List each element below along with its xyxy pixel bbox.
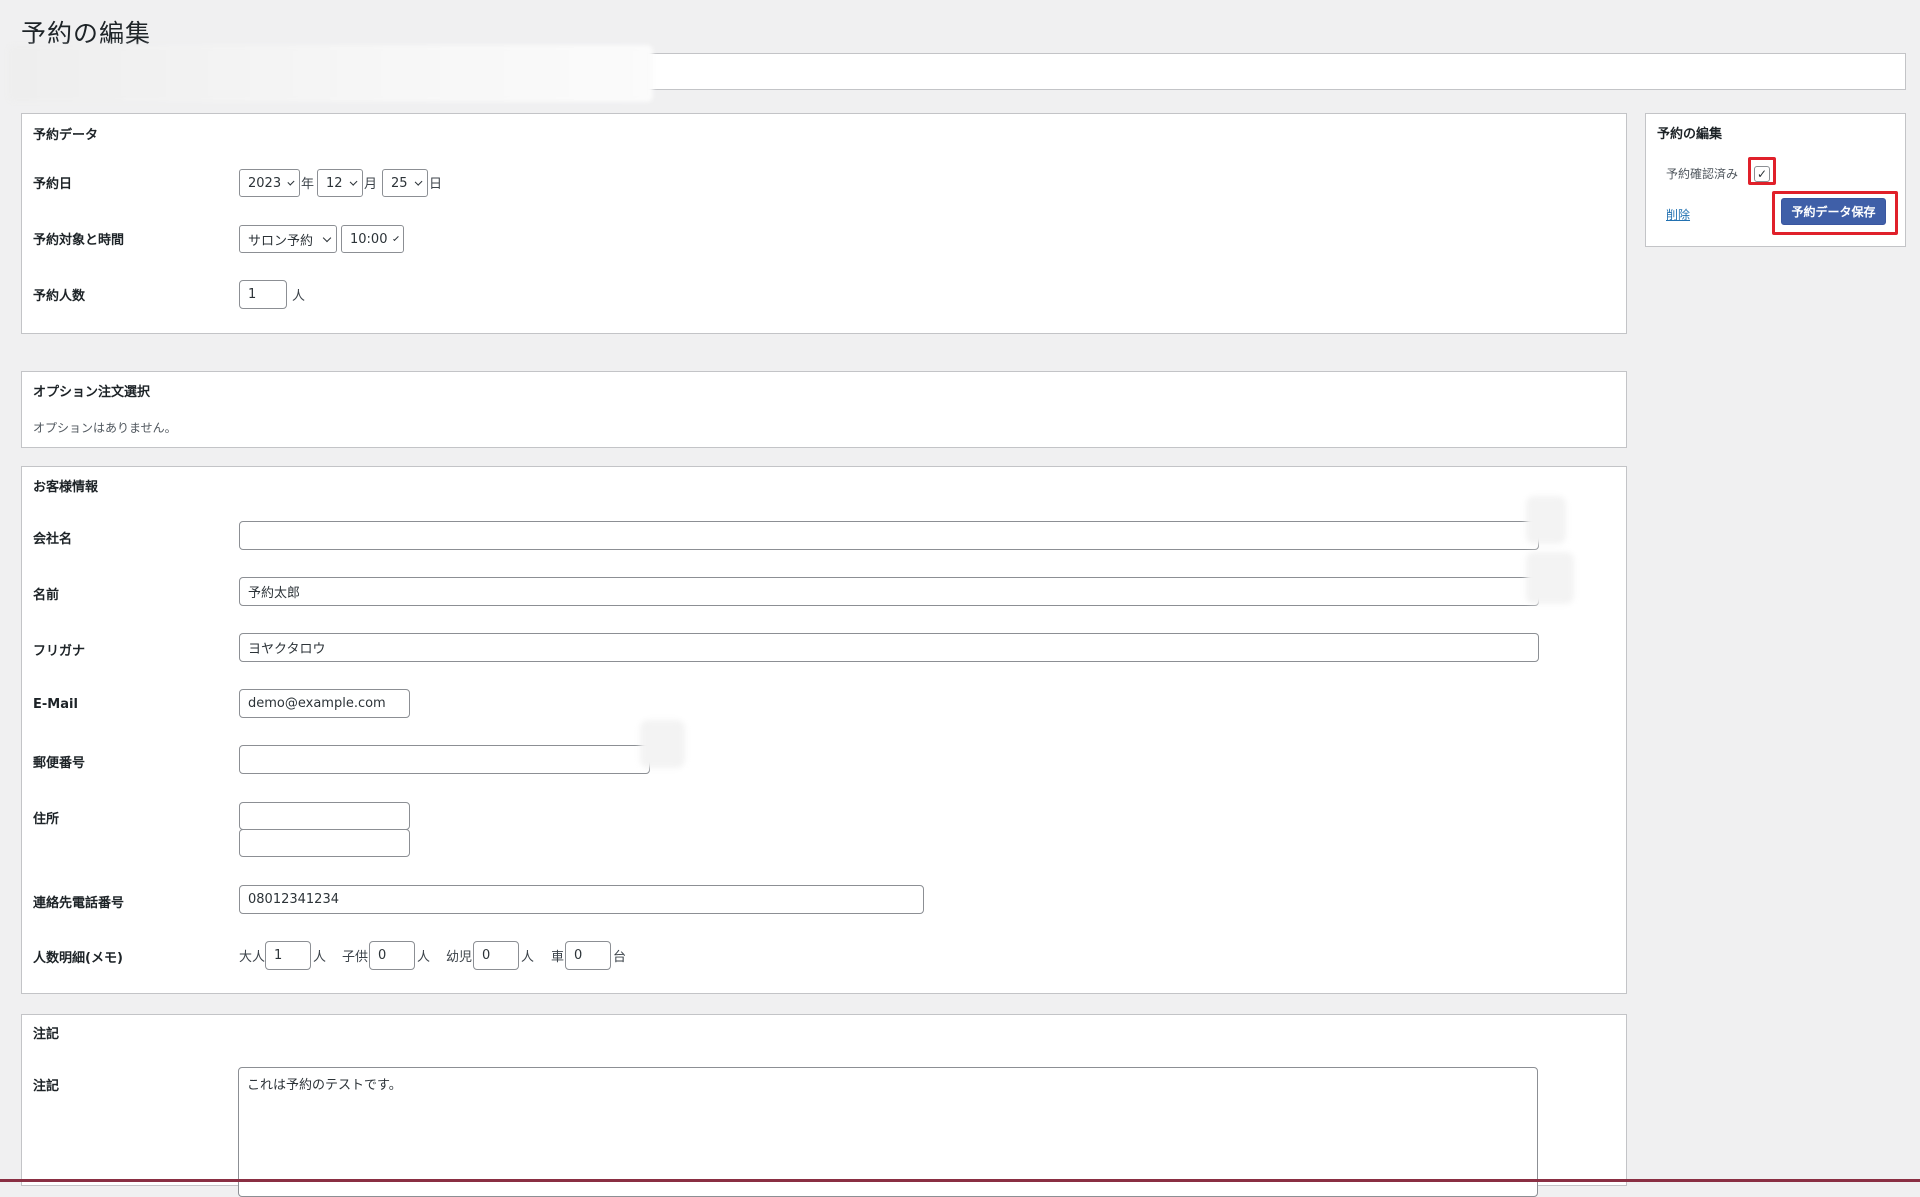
kana-input[interactable]: ヨヤクタロウ	[239, 633, 1539, 662]
reservation-date-label: 予約日	[33, 177, 73, 192]
time-value: 10:00	[350, 231, 388, 247]
address-label: 住所	[33, 812, 60, 827]
day-unit: 日	[429, 177, 443, 192]
month-select[interactable]: 12	[317, 169, 363, 197]
month-unit: 月	[364, 177, 378, 192]
blurred-region	[1526, 552, 1574, 604]
delete-link[interactable]: 削除	[1666, 206, 1690, 223]
kana-label: フリガナ	[33, 644, 86, 659]
blurred-region	[1526, 496, 1566, 544]
phone-input[interactable]: 08012341234	[239, 885, 924, 914]
blurred-region	[8, 45, 653, 102]
infant-input[interactable]: 0	[473, 941, 519, 970]
email-label: E-Mail	[33, 697, 78, 712]
time-select[interactable]: 10:00	[341, 225, 404, 253]
customer-info-heading: お客様情報	[33, 480, 99, 495]
postal-input[interactable]	[239, 745, 650, 774]
target-select[interactable]: サロン予約	[239, 225, 337, 253]
address-line2-input[interactable]	[239, 829, 410, 857]
name-label: 名前	[33, 588, 60, 603]
chevron-down-icon	[393, 234, 399, 241]
adult-unit: 人	[313, 950, 327, 965]
notes-label: 注記	[33, 1079, 60, 1094]
chevron-down-icon	[349, 177, 358, 186]
people-count-input[interactable]: 1	[239, 280, 287, 309]
reservation-data-heading: 予約データ	[33, 128, 99, 143]
company-input[interactable]	[239, 521, 1539, 550]
checkbox-highlight	[1748, 157, 1776, 185]
notes-panel: 注記 注記 これは予約のテストです。	[21, 1014, 1627, 1197]
customer-info-panel: お客様情報 会社名 名前 予約太郎 フリガナ ヨヤクタロウ E-Mail dem…	[21, 466, 1627, 994]
confirmed-label: 予約確認済み	[1666, 167, 1739, 181]
child-label: 子供	[342, 950, 369, 965]
chevron-down-icon	[414, 177, 423, 186]
infant-label: 幼児	[446, 950, 473, 965]
month-value: 12	[326, 175, 343, 191]
sidebar-heading: 予約の編集	[1657, 127, 1723, 142]
car-input[interactable]: 0	[565, 941, 611, 970]
notes-heading: 注記	[33, 1027, 60, 1042]
company-label: 会社名	[33, 532, 73, 547]
save-button-highlight	[1772, 191, 1898, 235]
chevron-down-icon	[322, 233, 332, 242]
address-line1-input[interactable]	[239, 802, 410, 830]
year-unit: 年	[301, 177, 315, 192]
year-select[interactable]: 2023	[239, 169, 300, 197]
blurred-region	[640, 720, 685, 768]
people-unit: 人	[292, 289, 306, 304]
phone-label: 連絡先電話番号	[33, 896, 125, 911]
name-input[interactable]: 予約太郎	[239, 577, 1539, 606]
options-heading: オプション注文選択	[33, 385, 151, 400]
child-unit: 人	[417, 950, 431, 965]
options-empty-text: オプションはありません。	[33, 421, 177, 435]
car-unit: 台	[613, 950, 627, 965]
day-select[interactable]: 25	[382, 169, 428, 197]
child-input[interactable]: 0	[369, 941, 415, 970]
options-panel: オプション注文選択 オプションはありません。	[21, 371, 1627, 448]
people-count-label: 予約人数	[33, 289, 86, 304]
notes-textarea[interactable]: これは予約のテストです。	[238, 1067, 1538, 1197]
chevron-down-icon	[287, 177, 295, 186]
day-value: 25	[391, 175, 408, 191]
target-value: サロン予約	[248, 233, 314, 249]
year-value: 2023	[248, 175, 282, 191]
car-label: 車	[551, 950, 565, 965]
reservation-data-panel: 予約データ 予約日 2023 年 12 月 25 日 予約対象と時間 サロン予約…	[21, 113, 1627, 334]
people-breakdown-label: 人数明細(メモ)	[33, 951, 123, 966]
adult-label: 大人	[239, 950, 266, 965]
adult-input[interactable]: 1	[265, 941, 311, 970]
target-time-label: 予約対象と時間	[33, 233, 125, 248]
postal-label: 郵便番号	[33, 756, 86, 771]
infant-unit: 人	[521, 950, 535, 965]
email-input[interactable]: demo@example.com	[239, 689, 410, 718]
